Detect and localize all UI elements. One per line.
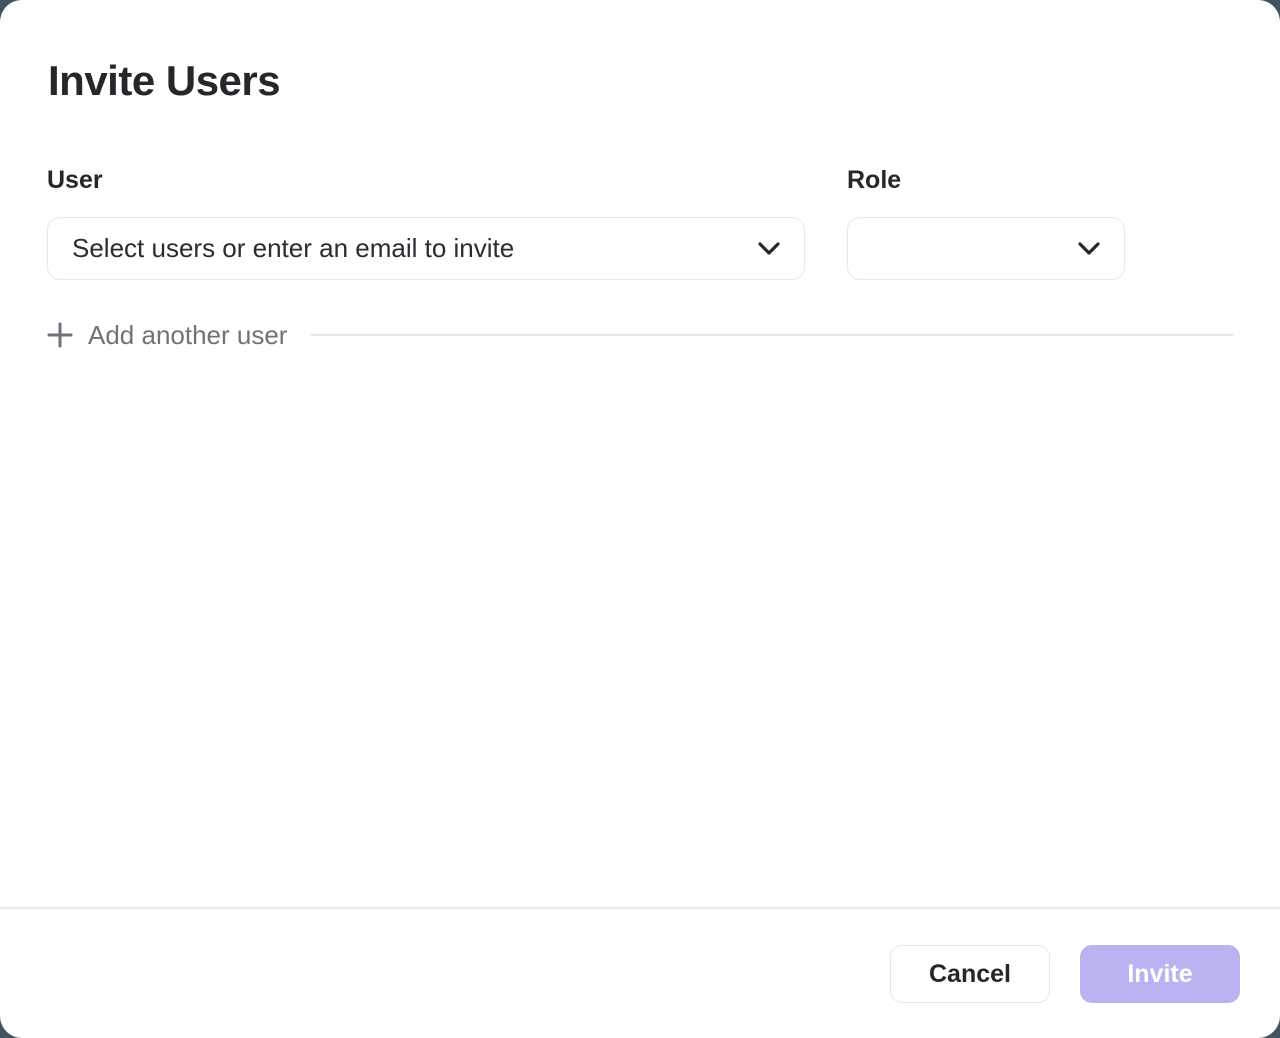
chevron-down-icon xyxy=(1078,242,1100,255)
row-divider xyxy=(311,334,1233,336)
plus-icon xyxy=(47,322,73,348)
footer-divider xyxy=(0,907,1280,909)
add-another-user-label: Add another user xyxy=(88,320,287,351)
dialog-title: Invite Users xyxy=(48,58,280,104)
user-select[interactable]: Select users or enter an email to invite xyxy=(47,217,805,280)
cancel-button[interactable]: Cancel xyxy=(890,945,1050,1003)
chevron-down-icon xyxy=(758,242,780,255)
add-another-user-row: Add another user xyxy=(47,318,1233,352)
add-another-user-button[interactable]: Add another user xyxy=(47,320,287,351)
role-select[interactable] xyxy=(847,217,1125,280)
invite-users-dialog: Invite Users User Role Select users or e… xyxy=(0,0,1280,1038)
role-field-label: Role xyxy=(847,166,901,195)
invite-button[interactable]: Invite xyxy=(1080,945,1240,1003)
user-field-label: User xyxy=(47,166,103,195)
user-select-placeholder: Select users or enter an email to invite xyxy=(72,233,742,264)
